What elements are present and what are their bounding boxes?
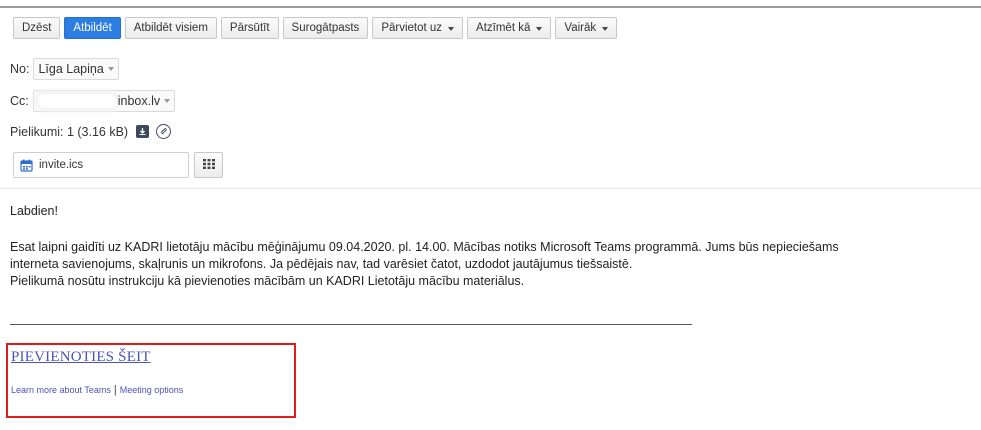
move-to-button[interactable]: Pārvietot uz	[372, 17, 464, 39]
sender-chip[interactable]: Līga Lapiņa	[33, 58, 119, 80]
message-toolbar: Dzēst Atbildēt Atbildēt visiem Pārsūtīt …	[13, 17, 618, 39]
download-icon[interactable]	[136, 125, 150, 138]
cc-row: Cc: inbox.lv	[10, 90, 176, 112]
from-row: No: Līga Lapiņa	[10, 58, 119, 80]
more-button[interactable]: Vairāk	[555, 17, 618, 39]
grid-icon	[202, 158, 215, 172]
cc-chip[interactable]: inbox.lv	[32, 90, 176, 112]
chevron-down-icon	[448, 26, 455, 31]
forward-button[interactable]: Pārsūtīt	[220, 17, 279, 39]
dropdown-arrow-icon	[164, 99, 171, 103]
delete-button[interactable]: Dzēst	[13, 17, 61, 39]
header-divider	[0, 188, 981, 189]
attachments-label: Pielikumi: 1 (3.16 kB)	[10, 124, 129, 139]
save-attachment-icon[interactable]	[156, 124, 172, 139]
dropdown-arrow-icon	[107, 67, 114, 71]
learn-more-link[interactable]: Learn more about Teams	[11, 385, 111, 395]
join-meeting-link[interactable]: PIEVIENOTIES ŠEIT	[11, 349, 151, 366]
cc-label: Cc:	[10, 94, 29, 108]
greeting: Labdien!	[10, 204, 58, 218]
redacted-address	[37, 94, 116, 108]
top-divider	[0, 6, 981, 8]
from-label: No:	[10, 62, 30, 76]
chevron-down-icon	[536, 26, 543, 31]
reply-all-button[interactable]: Atbildēt visiem	[124, 17, 217, 39]
message-line-1: Esat laipni gaidīti uz KADRI lietotāju m…	[10, 240, 839, 254]
attachment-file[interactable]: invite.ics	[13, 152, 189, 178]
cc-address: inbox.lv	[117, 94, 161, 108]
sender-name: Līga Lapiņa	[38, 62, 104, 76]
mark-as-button[interactable]: Atzīmēt kā	[467, 17, 552, 39]
teams-links: Learn more about Teams | Meeting options	[11, 384, 183, 396]
message-line-3: Pielikumā nosūtu instrukciju kā pievieno…	[10, 274, 525, 288]
teams-divider	[10, 324, 692, 325]
attachments-row: Pielikumi: 1 (3.16 kB)	[10, 124, 172, 139]
link-separator: |	[113, 384, 117, 396]
meeting-options-link[interactable]: Meeting options	[120, 385, 184, 395]
attachment-filename: invite.ics	[39, 159, 84, 171]
calendar-icon	[20, 159, 33, 172]
spam-button[interactable]: Surogātpasts	[282, 17, 369, 39]
reply-button[interactable]: Atbildēt	[64, 17, 121, 39]
chevron-down-icon	[602, 26, 609, 31]
calendar-grid-button[interactable]	[194, 152, 223, 178]
message-line-2: interneta savienojums, skaļrunis un mikr…	[10, 257, 633, 271]
